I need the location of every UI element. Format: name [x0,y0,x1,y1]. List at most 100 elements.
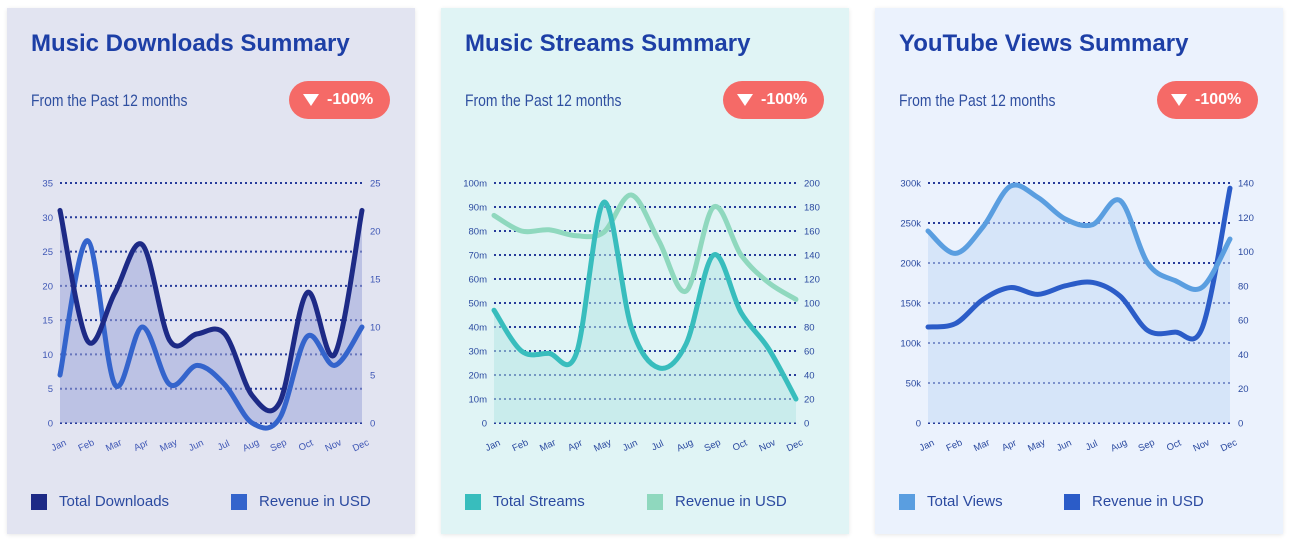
x-tick-label: Dec [785,437,805,454]
legend-label: Total Views [927,493,1003,510]
card-title: YouTube Views Summary [899,30,1189,57]
series-area [928,184,1230,423]
downloads-chart: 0 5 10 15 20 25 30 35 0 5 10 15 20 25 Jan Feb Mar Apr May J… [42,179,381,455]
legend-swatch [1064,494,1080,510]
y-right-tick-label: 20 [1238,384,1249,395]
y-right-tick-label: 100 [1238,247,1254,258]
legend-label: Revenue in USD [259,493,371,510]
legend-swatch [31,494,47,510]
x-tick-label: Aug [1109,437,1129,454]
x-tick-label: Feb [77,437,96,454]
down-triangle-icon [1171,94,1187,106]
y-right-tick-label: 40 [1238,350,1249,361]
youtube-chart: 0 50k 100k 150k 200k 250k 300k 0 20 40 60 80 100 120 1… [900,179,1254,455]
y-left-tick-label: 90m [469,203,488,214]
y-left-tick-label: 40m [469,323,488,334]
x-tick-label: Nov [1192,437,1212,454]
y-left-tick-label: 35 [42,179,53,190]
x-tick-label: Mar [972,437,991,454]
y-right-tick-label: 120 [1238,213,1254,224]
change-percent: -100% [761,91,808,108]
y-left-tick-label: 50m [469,299,488,310]
change-percent: -100% [327,91,374,108]
x-tick-label: Apr [132,438,150,454]
legend-swatch [899,494,915,510]
y-left-tick-label: 0 [916,419,921,430]
x-tick-label: Aug [241,437,261,454]
y-right-tick-label: 25 [370,179,381,190]
legend-label: Total Streams [493,493,585,510]
x-tick-label: Oct [731,437,749,453]
x-tick-label: Sep [1137,437,1157,454]
y-left-tick-label: 15 [42,316,53,327]
y-left-tick-label: 25 [42,247,53,258]
x-tick-label: Nov [758,437,778,454]
x-tick-label: Mar [538,437,557,454]
y-left-tick-label: 100k [900,339,921,350]
change-badge: -100% [1157,81,1258,119]
legend-swatch [231,494,247,510]
y-right-tick-label: 20 [804,395,815,406]
x-tick-label: Jun [187,438,206,454]
y-right-tick-label: 15 [370,275,381,286]
y-left-tick-label: 80m [469,227,488,238]
y-left-tick-label: 10 [42,350,53,361]
x-tick-label: Jul [650,438,666,453]
streams-card: Music Streams Summary From the Past 12 m… [441,8,849,534]
card-subtitle: From the Past 12 months [31,91,188,110]
y-right-tick-label: 100 [804,299,820,310]
y-right-tick-label: 80 [1238,281,1249,292]
x-tick-label: May [592,437,613,455]
x-tick-label: Jul [1084,438,1100,453]
y-right-tick-label: 0 [804,419,809,430]
change-badge: -100% [289,81,390,119]
card-title: Music Downloads Summary [31,30,350,57]
card-subtitle: From the Past 12 months [899,91,1056,110]
y-right-tick-label: 60 [804,347,815,358]
x-tick-label: Oct [297,437,315,453]
y-right-tick-label: 120 [804,275,820,286]
x-tick-label: Dec [351,437,371,454]
y-left-tick-label: 70m [469,251,488,262]
x-tick-label: Jan [918,438,937,454]
x-tick-label: May [1026,437,1047,455]
chart-legend: Total Streams Revenue in USD [465,492,825,512]
y-left-tick-label: 30m [469,347,488,358]
legend-swatch [647,494,663,510]
y-left-tick-label: 20 [42,281,53,292]
y-right-tick-label: 0 [370,419,375,430]
y-right-tick-label: 0 [1238,419,1243,430]
x-tick-label: Apr [566,438,584,454]
down-triangle-icon [303,94,319,106]
downloads-card: Music Downloads Summary From the Past 12… [7,8,415,534]
x-tick-label: Feb [511,437,530,454]
x-tick-label: Mar [104,437,123,454]
y-left-tick-label: 0 [48,419,53,430]
down-triangle-icon [737,94,753,106]
youtube-card: YouTube Views Summary From the Past 12 m… [875,8,1283,534]
x-tick-label: Jul [216,438,232,453]
x-tick-label: Jan [50,438,69,454]
x-tick-label: Nov [324,437,344,454]
x-tick-label: Sep [703,437,723,454]
chart-legend: Total Views Revenue in USD [899,492,1259,512]
y-left-tick-label: 20m [469,371,488,382]
x-tick-label: Sep [269,437,289,454]
y-right-tick-label: 40 [804,371,815,382]
y-right-tick-label: 20 [370,227,381,238]
card-subtitle: From the Past 12 months [465,91,622,110]
series-area [494,202,796,423]
x-tick-label: Jun [621,438,640,454]
y-right-tick-label: 180 [804,203,820,214]
y-left-tick-label: 250k [900,219,921,230]
series-line-revenue-in-usd [491,192,799,302]
legend-label: Revenue in USD [675,493,787,510]
x-tick-label: Oct [1165,437,1183,453]
x-tick-label: Jun [1055,438,1074,454]
change-percent: -100% [1195,91,1242,108]
streams-chart: 0 10m 20m 30m 40m 50m 60m 70m 80m 90m 100m 0 20 40 60 8… [463,179,820,455]
legend-swatch [465,494,481,510]
x-tick-label: Apr [1000,438,1018,454]
x-tick-label: Dec [1219,437,1239,454]
y-left-tick-label: 300k [900,179,921,190]
